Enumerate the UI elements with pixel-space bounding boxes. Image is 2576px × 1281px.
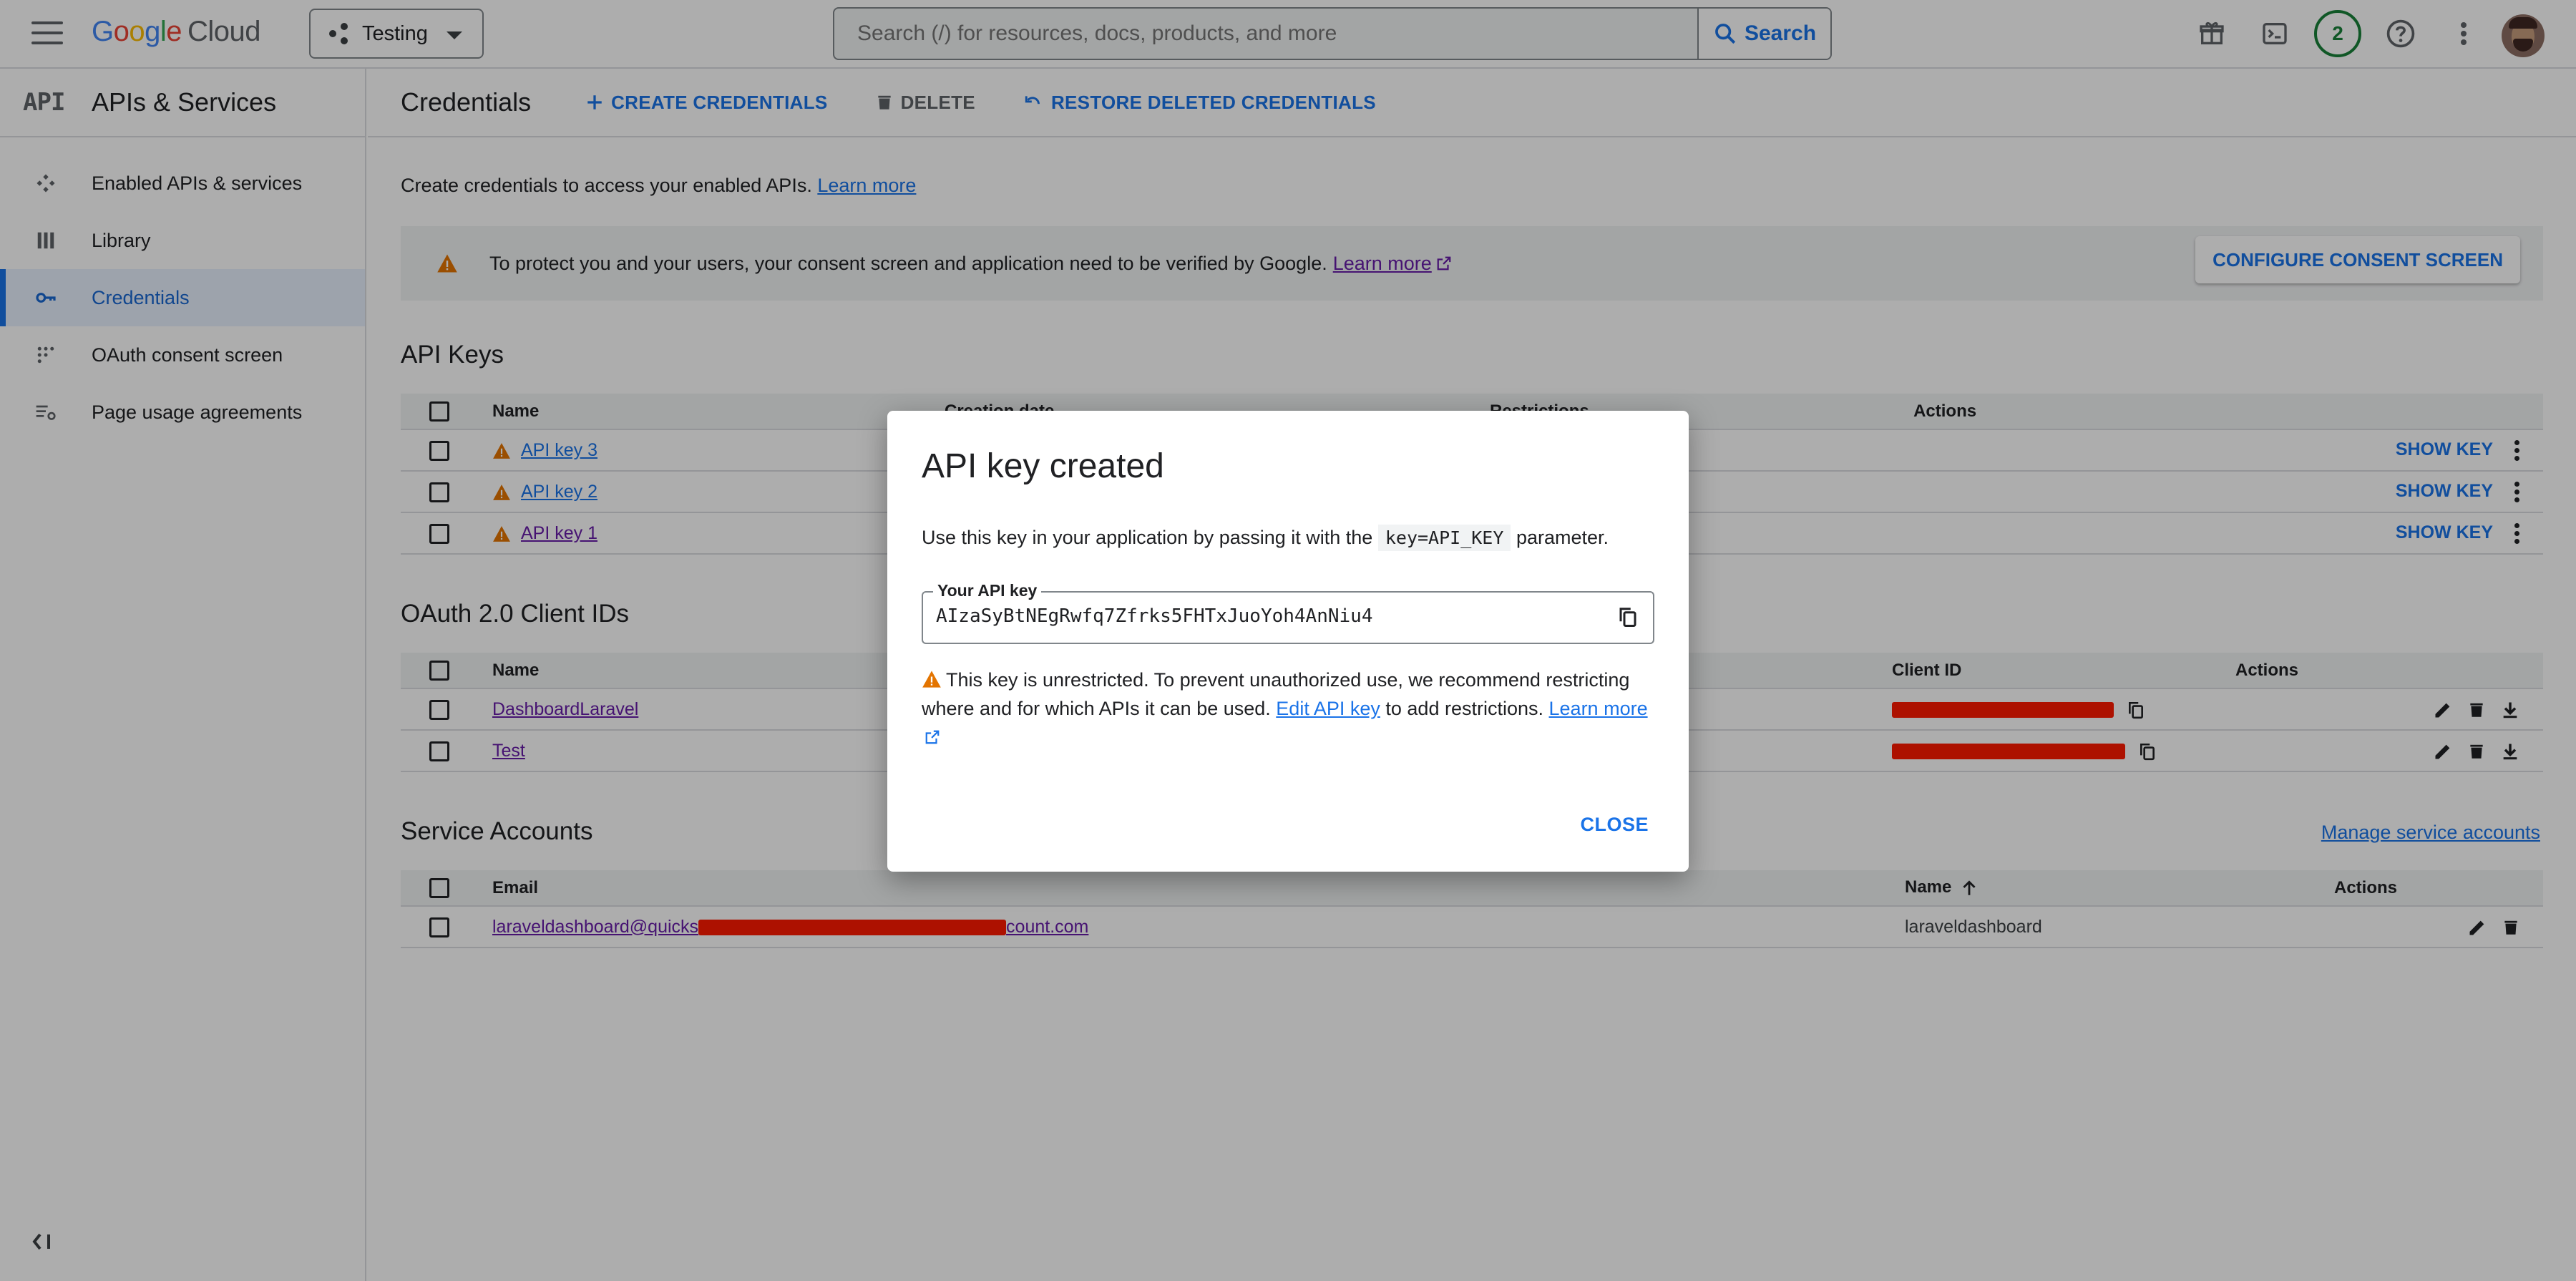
- dialog-desc-text: Use this key in your application by pass…: [922, 527, 1373, 548]
- dialog-desc-text-end: parameter.: [1516, 527, 1609, 548]
- copy-icon[interactable]: [1617, 605, 1639, 628]
- dialog-title: API key created: [922, 447, 1164, 485]
- api-key-field: Your API key: [922, 581, 1654, 644]
- dialog-learn-more-link[interactable]: Learn more: [1549, 698, 1648, 719]
- code-snippet: key=API_KEY: [1377, 525, 1511, 551]
- unrestricted-warning: This key is unrestricted. To prevent una…: [922, 666, 1659, 751]
- api-key-field-label: Your API key: [933, 581, 1042, 600]
- warning-icon: [922, 671, 941, 688]
- close-button[interactable]: CLOSE: [1580, 814, 1649, 836]
- dialog-description: Use this key in your application by pass…: [922, 525, 1609, 551]
- edit-api-key-link[interactable]: Edit API key: [1276, 698, 1380, 719]
- warning-text-end: to add restrictions.: [1385, 698, 1543, 719]
- external-link-icon: [925, 730, 940, 744]
- api-key-input[interactable]: [936, 605, 1594, 627]
- api-key-created-dialog: API key created Use this key in your app…: [887, 411, 1689, 872]
